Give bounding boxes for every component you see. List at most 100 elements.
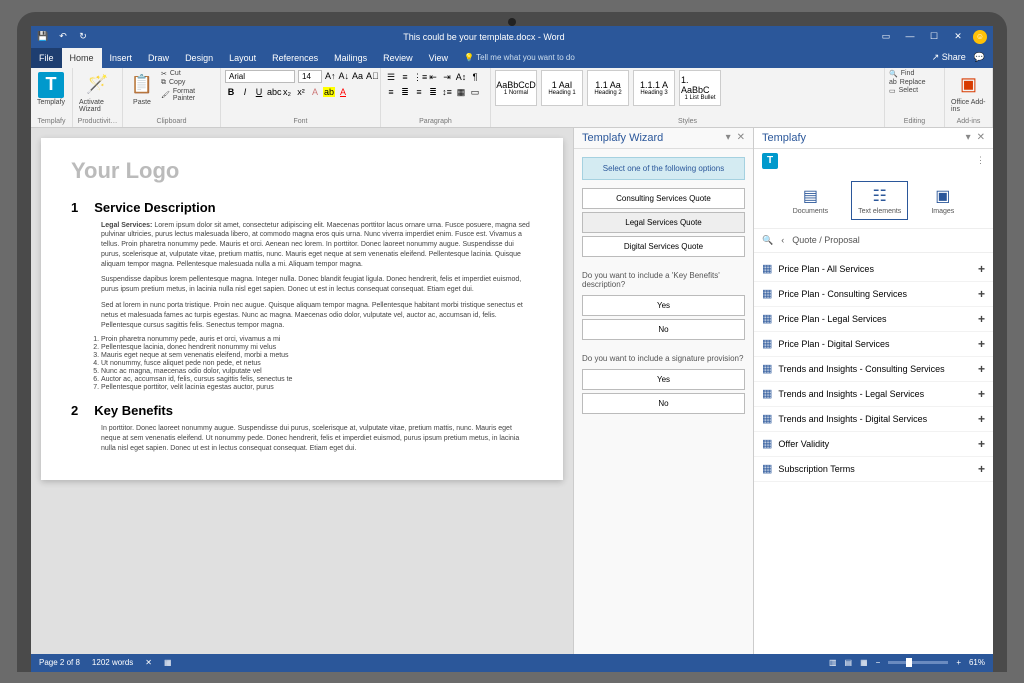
- add-icon[interactable]: +: [978, 462, 985, 476]
- templafy-item[interactable]: ▦Trends and Insights - Consulting Servic…: [754, 357, 993, 382]
- templafy-item[interactable]: ▦Subscription Terms+: [754, 457, 993, 482]
- zoom-out-icon[interactable]: −: [876, 658, 881, 667]
- breadcrumb[interactable]: Quote / Proposal: [792, 235, 860, 245]
- more-icon[interactable]: ⋮: [976, 155, 985, 166]
- tab-layout[interactable]: Layout: [221, 48, 264, 68]
- strike-button[interactable]: abc: [267, 87, 279, 97]
- grow-font-icon[interactable]: A↑: [325, 71, 336, 81]
- view-text-elements[interactable]: ☷Text elements: [851, 181, 908, 220]
- print-layout-icon[interactable]: ▤: [845, 658, 853, 667]
- find-button[interactable]: 🔍 Find: [889, 70, 925, 78]
- bold-button[interactable]: B: [225, 87, 237, 97]
- justify-icon[interactable]: ≣: [427, 87, 439, 98]
- maximize-icon[interactable]: ☐: [927, 31, 941, 42]
- subscript-button[interactable]: x₂: [281, 87, 293, 97]
- feedback-icon[interactable]: ☺: [973, 30, 987, 44]
- sort-icon[interactable]: A↕: [455, 72, 467, 83]
- dropdown-icon[interactable]: ▾: [966, 132, 971, 143]
- text-effects-icon[interactable]: A: [309, 87, 321, 97]
- line-spacing-icon[interactable]: ↕≡: [441, 87, 453, 98]
- document-canvas[interactable]: Your Logo 1 Service Description Legal Se…: [31, 128, 573, 654]
- zoom-slider[interactable]: [888, 661, 948, 664]
- tab-mailings[interactable]: Mailings: [326, 48, 375, 68]
- zoom-level[interactable]: 61%: [969, 658, 985, 667]
- tab-review[interactable]: Review: [375, 48, 421, 68]
- shading-icon[interactable]: ▦: [455, 87, 467, 98]
- add-icon[interactable]: +: [978, 387, 985, 401]
- add-icon[interactable]: +: [978, 287, 985, 301]
- templafy-item[interactable]: ▦Trends and Insights - Legal Services+: [754, 382, 993, 407]
- add-icon[interactable]: +: [978, 412, 985, 426]
- font-size-select[interactable]: 14: [298, 70, 322, 83]
- templafy-item[interactable]: ▦Price Plan - All Services+: [754, 257, 993, 282]
- tab-design[interactable]: Design: [177, 48, 221, 68]
- close-icon[interactable]: ✕: [737, 132, 745, 143]
- wizard-option[interactable]: Digital Services Quote: [582, 236, 745, 257]
- paste-button[interactable]: 📋Paste: [127, 70, 157, 108]
- wizard-option[interactable]: Legal Services Quote: [582, 212, 745, 233]
- add-icon[interactable]: +: [978, 437, 985, 451]
- wizard-no-button[interactable]: No: [582, 319, 745, 340]
- search-icon[interactable]: 🔍: [762, 235, 773, 246]
- templafy-item[interactable]: ▦Price Plan - Digital Services+: [754, 332, 993, 357]
- add-icon[interactable]: +: [978, 312, 985, 326]
- tab-view[interactable]: View: [421, 48, 456, 68]
- accessibility-icon[interactable]: ▦: [164, 658, 172, 667]
- add-icon[interactable]: +: [978, 262, 985, 276]
- close-icon[interactable]: ✕: [977, 132, 985, 143]
- numbering-icon[interactable]: ≡: [399, 72, 411, 83]
- templafy-item[interactable]: ▦Price Plan - Consulting Services+: [754, 282, 993, 307]
- increase-indent-icon[interactable]: ⇥: [441, 72, 453, 83]
- style-item[interactable]: 1 AaIHeading 1: [541, 70, 583, 106]
- read-mode-icon[interactable]: ▥: [829, 658, 837, 667]
- bullets-icon[interactable]: ☰: [385, 72, 397, 83]
- wizard-yes-button[interactable]: Yes: [582, 295, 745, 316]
- multilevel-icon[interactable]: ⋮≡: [413, 72, 425, 83]
- tab-references[interactable]: References: [264, 48, 326, 68]
- decrease-indent-icon[interactable]: ⇤: [427, 72, 439, 83]
- redo-icon[interactable]: ↻: [77, 31, 89, 42]
- tab-draw[interactable]: Draw: [140, 48, 177, 68]
- borders-icon[interactable]: ▭: [469, 87, 481, 98]
- web-layout-icon[interactable]: ▦: [860, 658, 868, 667]
- styles-gallery[interactable]: AaBbCcD1 Normal1 AaIHeading 11.1 AaHeadi…: [495, 70, 880, 118]
- back-icon[interactable]: ‹: [781, 235, 784, 245]
- shrink-font-icon[interactable]: A↓: [339, 71, 350, 81]
- change-case-icon[interactable]: Aa: [352, 71, 363, 81]
- style-item[interactable]: 1.1.1 AHeading 3: [633, 70, 675, 106]
- align-center-icon[interactable]: ≣: [399, 87, 411, 98]
- superscript-button[interactable]: x²: [295, 87, 307, 97]
- view-images[interactable]: ▣Images: [924, 181, 961, 220]
- word-count[interactable]: 1202 words: [92, 658, 133, 667]
- tab-insert[interactable]: Insert: [102, 48, 141, 68]
- templafy-item[interactable]: ▦Trends and Insights - Digital Services+: [754, 407, 993, 432]
- format-painter-button[interactable]: 🖌 Format Painter: [161, 88, 216, 102]
- wizard-yes-button[interactable]: Yes: [582, 369, 745, 390]
- share-button[interactable]: ↗ Share: [932, 52, 966, 63]
- view-documents[interactable]: ▤Documents: [786, 181, 835, 220]
- align-right-icon[interactable]: ≡: [413, 87, 425, 98]
- spell-check-icon[interactable]: ✕: [145, 658, 152, 667]
- replace-button[interactable]: ab Replace: [889, 79, 925, 86]
- highlight-icon[interactable]: ab: [323, 87, 335, 97]
- templafy-button[interactable]: TTemplafy: [35, 70, 67, 108]
- tell-me-search[interactable]: 💡 Tell me what you want to do: [464, 53, 575, 62]
- wizard-option[interactable]: Consulting Services Quote: [582, 188, 745, 209]
- style-item[interactable]: 1. AaBbC1 List Bullet: [679, 70, 721, 106]
- show-marks-icon[interactable]: ¶: [469, 72, 481, 83]
- font-name-select[interactable]: Arial: [225, 70, 295, 83]
- select-button[interactable]: ▭ Select: [889, 87, 925, 95]
- italic-button[interactable]: I: [239, 87, 251, 97]
- undo-icon[interactable]: ↶: [57, 31, 69, 42]
- zoom-in-icon[interactable]: +: [956, 658, 961, 667]
- font-color-icon[interactable]: A: [337, 87, 349, 97]
- templafy-item[interactable]: ▦Price Plan - Legal Services+: [754, 307, 993, 332]
- activate-wizard-button[interactable]: 🪄Activate Wizard: [77, 70, 118, 115]
- add-icon[interactable]: +: [978, 362, 985, 376]
- tab-file[interactable]: File: [31, 48, 62, 68]
- style-item[interactable]: 1.1 AaHeading 2: [587, 70, 629, 106]
- copy-button[interactable]: ⧉ Copy: [161, 79, 216, 87]
- templafy-item[interactable]: ▦Offer Validity+: [754, 432, 993, 457]
- close-icon[interactable]: ✕: [951, 31, 965, 42]
- comments-icon[interactable]: 💬: [974, 52, 985, 63]
